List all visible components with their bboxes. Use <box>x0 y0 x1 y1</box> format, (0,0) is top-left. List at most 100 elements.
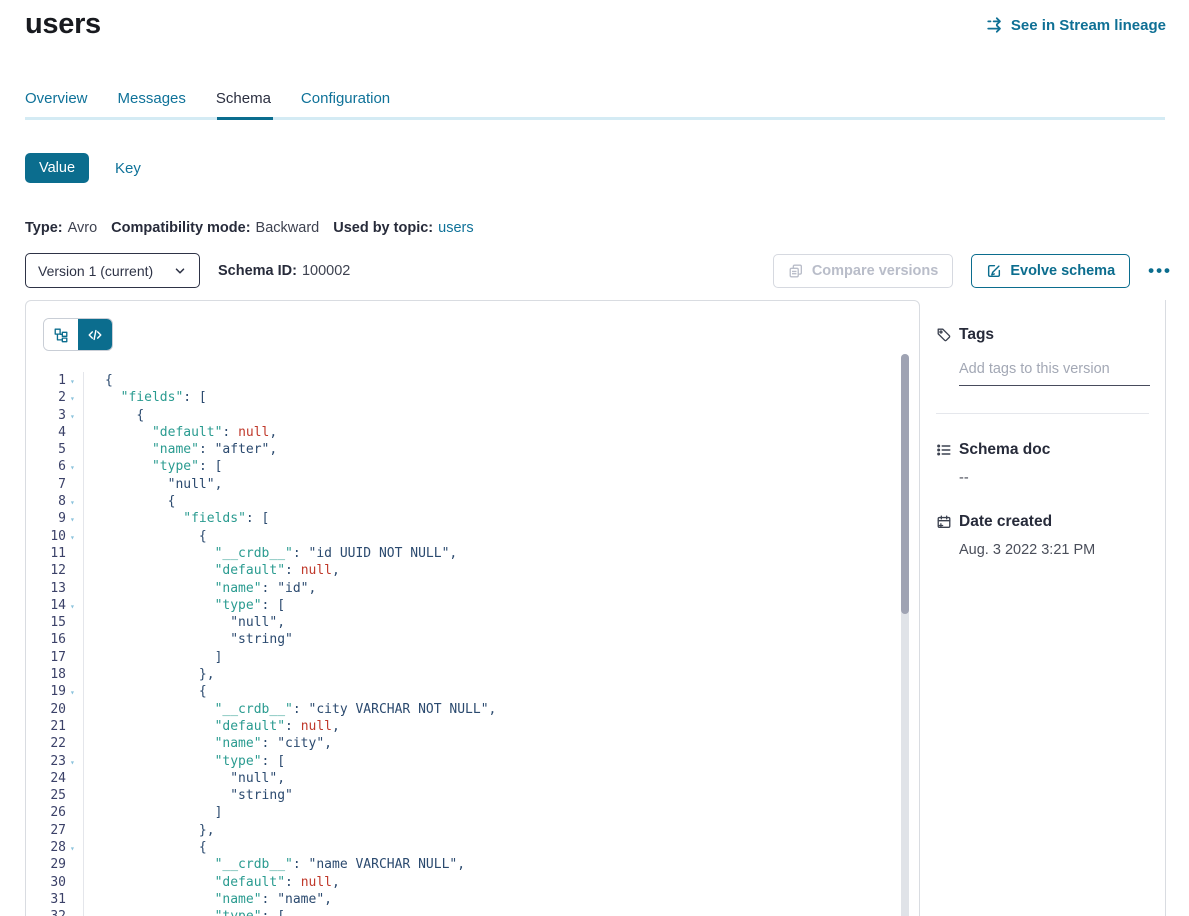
schema-editor-panel: 1▾{2▾ "fields": [3▾ {4 "default": null,5… <box>25 300 920 916</box>
fold-gutter <box>66 580 84 597</box>
code-text: { <box>84 372 113 389</box>
compat-label: Compatibility mode: <box>111 220 250 236</box>
code-text: "__crdb__": "name VARCHAR NULL", <box>84 856 465 873</box>
code-line: 8▾ { <box>26 493 919 510</box>
line-number: 12 <box>26 562 66 579</box>
more-actions-button[interactable]: ••• <box>1148 262 1172 279</box>
version-bar: Version 1 (current) Schema ID: 100002 Co… <box>25 253 1172 288</box>
schema-id-label: Schema ID: <box>218 263 297 279</box>
fold-gutter <box>66 856 84 873</box>
fold-gutter <box>66 631 84 648</box>
code-line: 21 "default": null, <box>26 718 919 735</box>
line-number: 21 <box>26 718 66 735</box>
fold-gutter <box>66 822 84 839</box>
code-line: 15 "null", <box>26 614 919 631</box>
line-number: 9 <box>26 510 66 527</box>
fold-gutter <box>66 666 84 683</box>
stream-lineage-link[interactable]: See in Stream lineage <box>986 16 1166 34</box>
code-view-button[interactable] <box>78 319 112 350</box>
code-line: 22 "name": "city", <box>26 735 919 752</box>
code-line: 18 }, <box>26 666 919 683</box>
fold-arrow-icon[interactable]: ▾ <box>70 408 75 425</box>
editor-toolbar <box>26 301 919 351</box>
code-text: "default": null, <box>84 562 340 579</box>
sidebar-divider <box>936 413 1149 414</box>
compat-value: Backward <box>256 220 320 236</box>
code-text: "name": "after", <box>84 441 277 458</box>
compare-versions-button[interactable]: Compare versions <box>773 254 954 288</box>
code-text: "fields": [ <box>84 389 207 406</box>
fold-gutter <box>66 787 84 804</box>
fold-arrow-icon[interactable]: ▾ <box>70 529 75 546</box>
fold-gutter <box>66 718 84 735</box>
schema-doc-icon <box>936 442 952 458</box>
code-text: "null", <box>84 614 285 631</box>
code-text: { <box>84 407 144 424</box>
fold-gutter <box>66 614 84 631</box>
code-text: "string" <box>84 631 293 648</box>
code-text: "name": "id", <box>84 580 316 597</box>
schema-sidebar: Tags Schema doc -- <box>920 300 1166 916</box>
fold-gutter <box>66 562 84 579</box>
value-button[interactable]: Value <box>25 153 89 183</box>
fold-gutter <box>66 891 84 908</box>
fold-gutter <box>66 649 84 666</box>
code-text: "null", <box>84 770 285 787</box>
fold-arrow-icon[interactable]: ▾ <box>70 390 75 407</box>
fold-arrow-icon[interactable]: ▾ <box>70 754 75 771</box>
line-number: 4 <box>26 424 66 441</box>
code-line: 5 "name": "after", <box>26 441 919 458</box>
line-number: 24 <box>26 770 66 787</box>
fold-gutter <box>66 804 84 821</box>
fold-gutter: ▾ <box>66 753 84 770</box>
code-text: "default": null, <box>84 718 340 735</box>
fold-arrow-icon[interactable]: ▾ <box>70 840 75 857</box>
fold-arrow-icon[interactable]: ▾ <box>70 909 75 916</box>
code-text: "name": "name", <box>84 891 332 908</box>
code-line: 13 "name": "id", <box>26 580 919 597</box>
value-key-toggle: Value Key <box>25 153 141 183</box>
fold-gutter: ▾ <box>66 407 84 424</box>
date-created-title: Date created <box>959 513 1052 531</box>
tags-input[interactable] <box>959 359 1150 386</box>
line-number: 29 <box>26 856 66 873</box>
code-line: 6▾ "type": [ <box>26 458 919 475</box>
page-header: users See in Stream lineage <box>25 8 1166 41</box>
tags-title: Tags <box>959 326 994 344</box>
version-select[interactable]: Version 1 (current) <box>25 253 200 288</box>
chevron-down-icon <box>173 264 187 278</box>
fold-arrow-icon[interactable]: ▾ <box>70 373 75 390</box>
evolve-schema-button[interactable]: Evolve schema <box>971 254 1130 288</box>
fold-gutter: ▾ <box>66 908 84 916</box>
line-number: 26 <box>26 804 66 821</box>
code-text: "__crdb__": "id UUID NOT NULL", <box>84 545 457 562</box>
fold-gutter <box>66 441 84 458</box>
editor-scrollbar-thumb[interactable] <box>901 354 909 614</box>
line-number: 20 <box>26 701 66 718</box>
line-number: 10 <box>26 528 66 545</box>
fold-arrow-icon[interactable]: ▾ <box>70 459 75 476</box>
topic-link[interactable]: users <box>438 220 473 236</box>
schema-id-value: 100002 <box>302 263 350 279</box>
fold-arrow-icon[interactable]: ▾ <box>70 511 75 528</box>
fold-arrow-icon[interactable]: ▾ <box>70 494 75 511</box>
code-line: 7 "null", <box>26 476 919 493</box>
line-number: 23 <box>26 753 66 770</box>
type-value: Avro <box>68 220 98 236</box>
line-number: 31 <box>26 891 66 908</box>
line-number: 3 <box>26 407 66 424</box>
fold-gutter <box>66 476 84 493</box>
fold-arrow-icon[interactable]: ▾ <box>70 684 75 701</box>
key-button[interactable]: Key <box>115 160 141 177</box>
tab-underline-active <box>217 117 273 120</box>
line-number: 18 <box>26 666 66 683</box>
code-line: 16 "string" <box>26 631 919 648</box>
fold-gutter <box>66 770 84 787</box>
structured-view-button[interactable] <box>44 319 78 350</box>
line-number: 19 <box>26 683 66 700</box>
code-line: 31 "name": "name", <box>26 891 919 908</box>
fold-arrow-icon[interactable]: ▾ <box>70 598 75 615</box>
code-text: }, <box>84 666 215 683</box>
fold-gutter <box>66 424 84 441</box>
type-label: Type: <box>25 220 63 236</box>
